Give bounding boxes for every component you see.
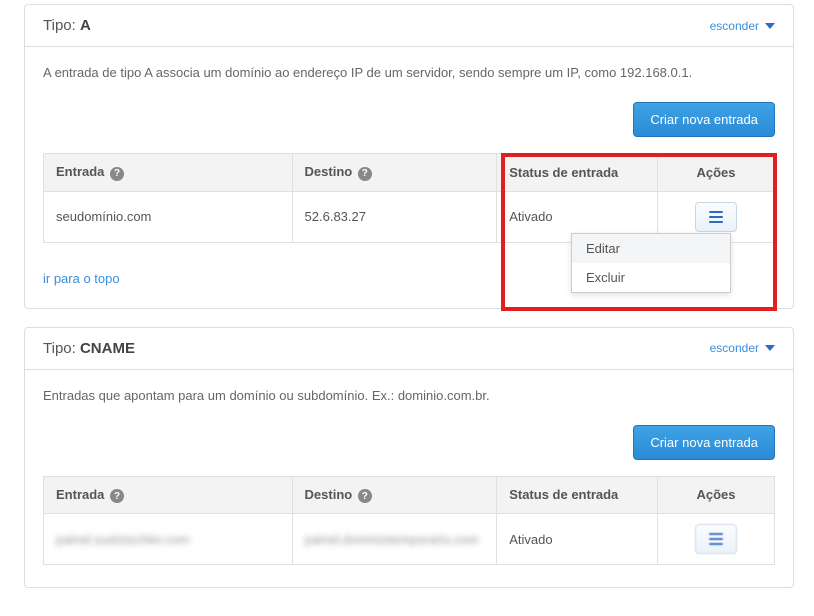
table-header-row: Entrada ? Destino ? Status de entrada Aç… (44, 154, 775, 192)
th-acoes: Ações (658, 476, 775, 514)
help-icon[interactable]: ? (110, 167, 124, 181)
cell-entrada: painel.suelzischler.com (44, 514, 293, 565)
panel-body-cname: Entradas que apontam para um domínio ou … (25, 370, 793, 588)
th-entrada-label: Entrada (56, 164, 104, 179)
panel-header-a: Tipo: A esconder (25, 5, 793, 47)
dropdown-edit[interactable]: Editar (572, 234, 730, 263)
panel-tipo-cname: Tipo: CNAME esconder Entradas que aponta… (24, 327, 794, 589)
panel-title-a: Tipo: A (43, 17, 91, 34)
chevron-down-icon (765, 345, 775, 351)
menu-icon (709, 216, 723, 218)
hide-label: esconder (710, 19, 759, 33)
button-row-a: Criar nova entrada (43, 102, 775, 137)
hide-link-a[interactable]: esconder (710, 19, 775, 33)
create-entry-button-a[interactable]: Criar nova entrada (633, 102, 775, 137)
help-icon[interactable]: ? (110, 489, 124, 503)
th-acoes: Ações (658, 154, 775, 192)
entries-table-a: Entrada ? Destino ? Status de entrada Aç… (43, 153, 775, 243)
entries-table-cname: Entrada ? Destino ? Status de entrada Aç… (43, 476, 775, 566)
menu-icon (709, 538, 723, 540)
cell-status: Ativado (497, 514, 658, 565)
th-status: Status de entrada (497, 476, 658, 514)
th-entrada: Entrada ? (44, 154, 293, 192)
cell-acoes (658, 514, 775, 565)
th-destino-label: Destino (305, 487, 353, 502)
dropdown-delete[interactable]: Excluir (572, 263, 730, 292)
th-entrada-label: Entrada (56, 487, 104, 502)
th-destino: Destino ? (292, 154, 497, 192)
help-icon[interactable]: ? (358, 167, 372, 181)
back-to-top-link[interactable]: ir para o topo (43, 271, 120, 286)
th-entrada: Entrada ? (44, 476, 293, 514)
type-label: Tipo: (43, 340, 76, 357)
table-header-row: Entrada ? Destino ? Status de entrada Aç… (44, 476, 775, 514)
actions-dropdown: Editar Excluir (571, 233, 731, 293)
chevron-down-icon (765, 23, 775, 29)
type-label: Tipo: (43, 17, 76, 34)
hide-link-cname[interactable]: esconder (710, 341, 775, 355)
actions-menu-button[interactable] (695, 524, 737, 554)
th-destino-label: Destino (305, 164, 353, 179)
help-icon[interactable]: ? (358, 489, 372, 503)
th-destino: Destino ? (292, 476, 497, 514)
button-row-cname: Criar nova entrada (43, 425, 775, 460)
hide-label: esconder (710, 341, 759, 355)
panel-tipo-a: Tipo: A esconder A entrada de tipo A ass… (24, 4, 794, 309)
type-value: CNAME (80, 340, 135, 357)
description-a: A entrada de tipo A associa um domínio a… (43, 65, 775, 80)
th-status: Status de entrada (497, 154, 658, 192)
table-row: painel.suelzischler.com painel.dominiote… (44, 514, 775, 565)
panel-body-a: A entrada de tipo A associa um domínio a… (25, 47, 793, 308)
cell-destino: 52.6.83.27 (292, 191, 497, 242)
panel-title-cname: Tipo: CNAME (43, 340, 135, 357)
cell-destino: painel.dominiotemporario.com (292, 514, 497, 565)
description-cname: Entradas que apontam para um domínio ou … (43, 388, 775, 403)
create-entry-button-cname[interactable]: Criar nova entrada (633, 425, 775, 460)
cell-entrada: seudomínio.com (44, 191, 293, 242)
panel-header-cname: Tipo: CNAME esconder (25, 328, 793, 370)
actions-menu-button[interactable] (695, 202, 737, 232)
type-value: A (80, 17, 91, 34)
